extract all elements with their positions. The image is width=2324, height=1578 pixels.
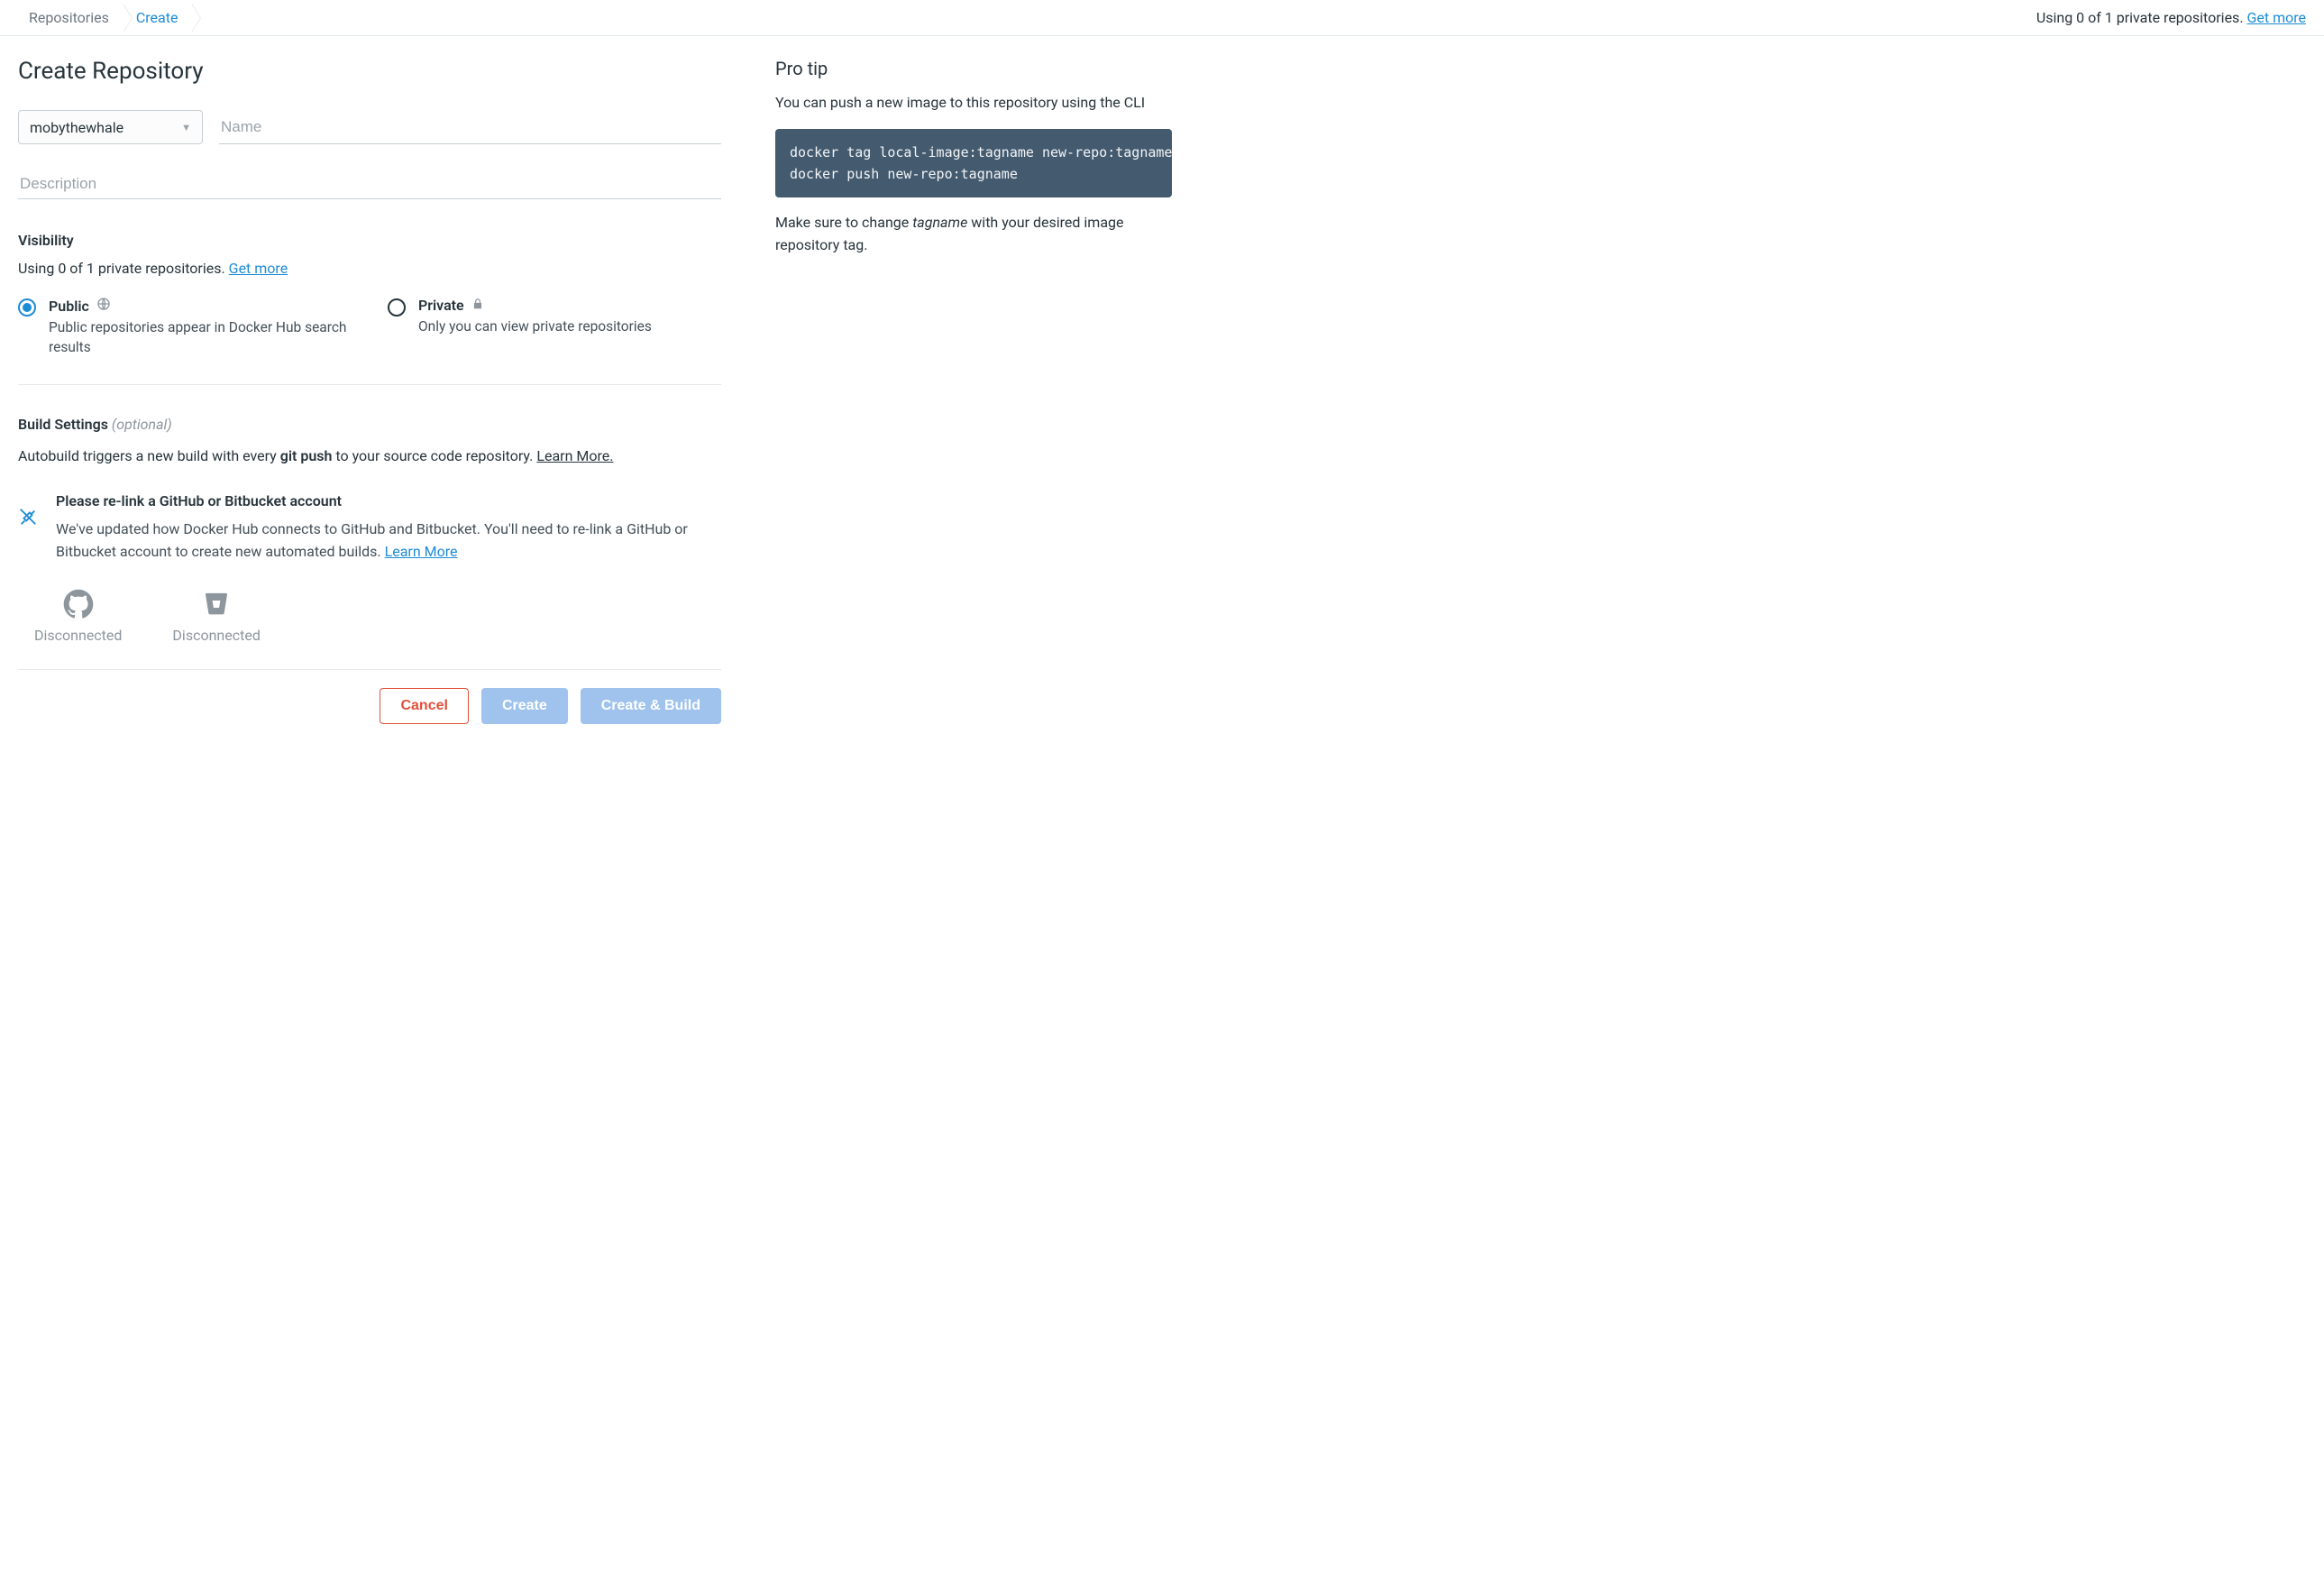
globe-icon: [96, 297, 111, 315]
create-and-build-button[interactable]: Create & Build: [581, 688, 721, 724]
radio-public[interactable]: [18, 298, 36, 317]
pro-tip-title: Pro tip: [775, 58, 1172, 79]
namespace-selected-value: mobythewhale: [30, 119, 124, 136]
relink-title: Please re-link a GitHub or Bitbucket acc…: [56, 492, 721, 509]
side-column: Pro tip You can push a new image to this…: [775, 58, 1172, 724]
page-title: Create Repository: [18, 58, 721, 85]
public-label: Public: [49, 298, 89, 315]
relink-notice: Please re-link a GitHub or Bitbucket acc…: [18, 492, 721, 564]
bitbucket-icon: [201, 589, 232, 619]
visibility-public-option[interactable]: Public Public repositories appear in Doc…: [18, 297, 352, 357]
github-icon: [63, 589, 94, 619]
pro-tip-note: Make sure to change tagname with your de…: [775, 212, 1172, 257]
lock-icon: [471, 297, 484, 314]
bitbucket-status: Disconnected: [172, 627, 260, 644]
breadcrumb-root[interactable]: Repositories: [18, 0, 125, 35]
create-button[interactable]: Create: [481, 688, 568, 724]
private-desc: Only you can view private repositories: [418, 317, 652, 337]
chevron-down-icon: ▼: [181, 122, 191, 133]
topbar-usage: Using 0 of 1 private repositories. Get m…: [2036, 9, 2306, 26]
divider: [18, 384, 721, 385]
visibility-private-option[interactable]: Private Only you can view private reposi…: [388, 297, 721, 357]
topbar: Repositories Create Using 0 of 1 private…: [0, 0, 2324, 36]
relink-text: We've updated how Docker Hub connects to…: [56, 518, 721, 564]
namespace-select[interactable]: mobythewhale ▼: [18, 110, 203, 144]
get-more-link[interactable]: Get more: [2247, 9, 2307, 26]
github-provider[interactable]: Disconnected: [34, 589, 122, 644]
repo-description-input[interactable]: [18, 170, 721, 199]
unplug-icon: [18, 507, 38, 564]
radio-private[interactable]: [388, 298, 406, 317]
build-settings-title: Build Settings (optional): [18, 416, 721, 433]
repo-name-input[interactable]: [219, 110, 721, 144]
pro-tip-intro: You can push a new image to this reposit…: [775, 92, 1172, 115]
public-desc: Public repositories appear in Docker Hub…: [49, 318, 352, 357]
build-learn-more-link[interactable]: Learn More.: [536, 447, 613, 464]
cli-snippet: docker tag local-image:tagname new-repo:…: [775, 129, 1172, 197]
usage-text: Using 0 of 1 private repositories.: [2036, 9, 2247, 26]
github-status: Disconnected: [34, 627, 122, 644]
breadcrumb: Repositories Create: [18, 0, 194, 35]
visibility-title: Visibility: [18, 232, 721, 249]
cancel-button[interactable]: Cancel: [380, 688, 468, 724]
main-column: Create Repository mobythewhale ▼ Visibil…: [18, 58, 721, 724]
visibility-get-more-link[interactable]: Get more: [229, 260, 288, 277]
breadcrumb-current[interactable]: Create: [125, 0, 195, 35]
visibility-usage: Using 0 of 1 private repositories. Get m…: [18, 260, 721, 277]
bitbucket-provider[interactable]: Disconnected: [172, 589, 260, 644]
build-settings-desc: Autobuild triggers a new build with ever…: [18, 445, 721, 467]
private-label: Private: [418, 297, 464, 314]
divider-2: [18, 669, 721, 670]
relink-learn-more-link[interactable]: Learn More: [385, 543, 458, 560]
